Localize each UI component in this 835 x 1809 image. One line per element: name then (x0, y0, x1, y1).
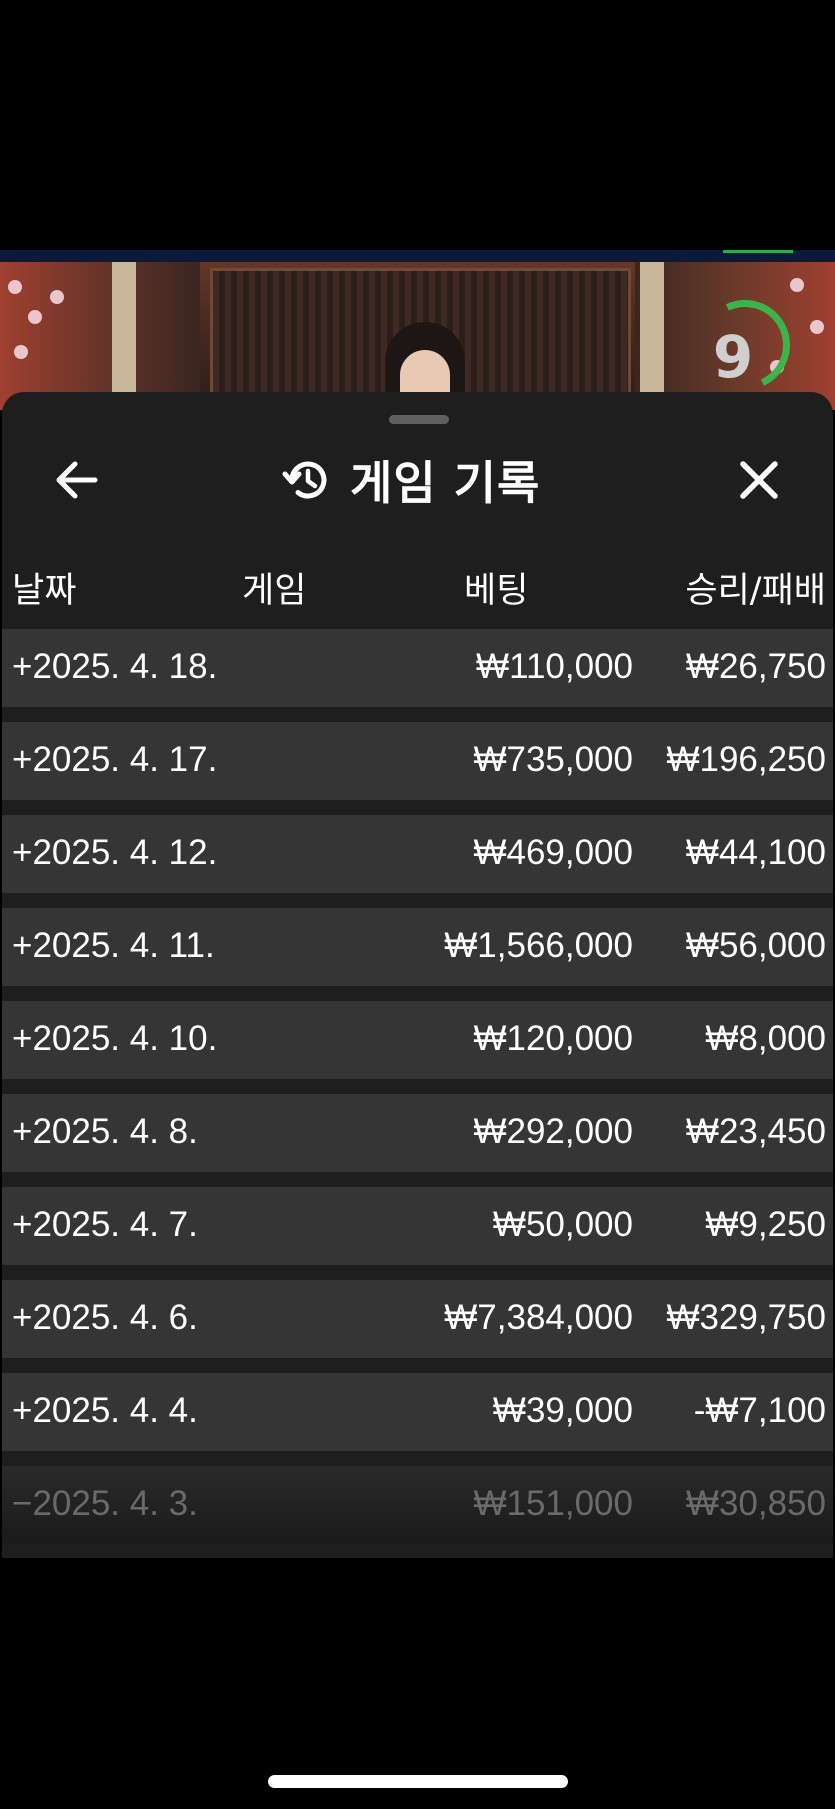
close-icon (740, 461, 778, 499)
history-row[interactable]: +2025. 4. 10. ₩120,000 ₩8,000 (2, 1001, 833, 1079)
home-indicator[interactable] (268, 1775, 568, 1788)
blossom-decoration (50, 290, 64, 304)
blossom-decoration (14, 345, 28, 359)
row-date: +2025. 4. 4. (12, 1391, 198, 1430)
row-bet: ₩7,384,000 (444, 1298, 633, 1337)
row-date: −2025. 4. 3. (12, 1484, 198, 1523)
row-win-loss: ₩8,000 (705, 1019, 826, 1058)
row-bet: ₩120,000 (473, 1019, 633, 1058)
row-bet: ₩1,566,000 (444, 926, 633, 965)
close-button[interactable] (729, 452, 789, 508)
column-header-date: 날짜 (12, 571, 77, 611)
studio-pillar (112, 262, 136, 410)
row-win-loss: -₩7,100 (693, 1391, 826, 1430)
row-bet: ₩735,000 (473, 740, 633, 779)
row-bet: ₩39,000 (492, 1391, 633, 1430)
blossom-decoration (8, 280, 22, 294)
column-header-win-loss: 승리/패배 (685, 571, 826, 611)
row-bet: ₩292,000 (473, 1112, 633, 1151)
history-row[interactable]: +2025. 4. 18. ₩110,000 ₩26,750 (2, 629, 833, 707)
row-win-loss: ₩196,250 (666, 740, 826, 779)
sheet-header: 게임 기록 (2, 440, 833, 520)
row-date: +2025. 4. 8. (12, 1112, 198, 1151)
game-history-sheet: 게임 기록 날짜 게임 베팅 승리/패배 +2025. 4. 18. ₩110,… (2, 392, 833, 1558)
row-win-loss: ₩30,850 (685, 1484, 826, 1523)
timer-value: 9 (712, 323, 754, 391)
row-bet: ₩110,000 (476, 647, 633, 686)
history-row[interactable]: +2025. 4. 12. ₩469,000 ₩44,100 (2, 815, 833, 893)
blossom-decoration (28, 310, 42, 324)
history-row[interactable]: +2025. 4. 11. ₩1,566,000 ₩56,000 (2, 908, 833, 986)
row-date: +2025. 4. 11. (12, 926, 215, 965)
page-title: 게임 기록 (350, 456, 541, 510)
row-date: +2025. 4. 7. (12, 1205, 198, 1244)
row-bet: ₩50,000 (492, 1205, 633, 1244)
studio-wall-left (0, 262, 200, 410)
countdown-timer: 9 (687, 287, 803, 403)
arrow-left-icon (56, 461, 98, 499)
row-bet: ₩469,000 (473, 833, 633, 872)
row-date: +2025. 4. 10. (12, 1019, 218, 1058)
column-header-game: 게임 (242, 571, 307, 611)
row-win-loss: ₩23,450 (685, 1112, 826, 1151)
column-header-bet: 베팅 (464, 571, 529, 611)
history-row[interactable]: −2025. 4. 3. ₩151,000 ₩30,850 (2, 1466, 833, 1544)
row-date: +2025. 4. 6. (12, 1298, 198, 1337)
history-row[interactable]: +2025. 4. 7. ₩50,000 ₩9,250 (2, 1187, 833, 1265)
row-win-loss: ₩26,750 (685, 647, 826, 686)
studio-pillar (640, 262, 664, 410)
row-date: +2025. 4. 18. (12, 647, 218, 686)
back-button[interactable] (46, 452, 106, 508)
history-row[interactable]: +2025. 4. 8. ₩292,000 ₩23,450 (2, 1094, 833, 1172)
row-win-loss: ₩56,000 (685, 926, 826, 965)
row-win-loss: ₩329,750 (666, 1298, 826, 1337)
row-date: +2025. 4. 12. (12, 833, 218, 872)
history-row[interactable]: +2025. 4. 6. ₩7,384,000 ₩329,750 (2, 1280, 833, 1358)
history-icon (282, 461, 327, 499)
sheet-drag-handle[interactable] (389, 415, 449, 424)
progress-accent (723, 250, 793, 253)
blossom-decoration (810, 320, 824, 334)
blossom-decoration (790, 278, 804, 292)
row-win-loss: ₩9,250 (705, 1205, 826, 1244)
row-win-loss: ₩44,100 (685, 833, 826, 872)
history-row[interactable]: +2025. 4. 17. ₩735,000 ₩196,250 (2, 722, 833, 800)
video-top-bar (0, 250, 835, 262)
history-row[interactable]: +2025. 4. 4. ₩39,000 -₩7,100 (2, 1373, 833, 1451)
row-bet: ₩151,000 (473, 1484, 633, 1523)
header-title-group: 게임 기록 (282, 450, 540, 510)
row-date: +2025. 4. 17. (12, 740, 218, 779)
